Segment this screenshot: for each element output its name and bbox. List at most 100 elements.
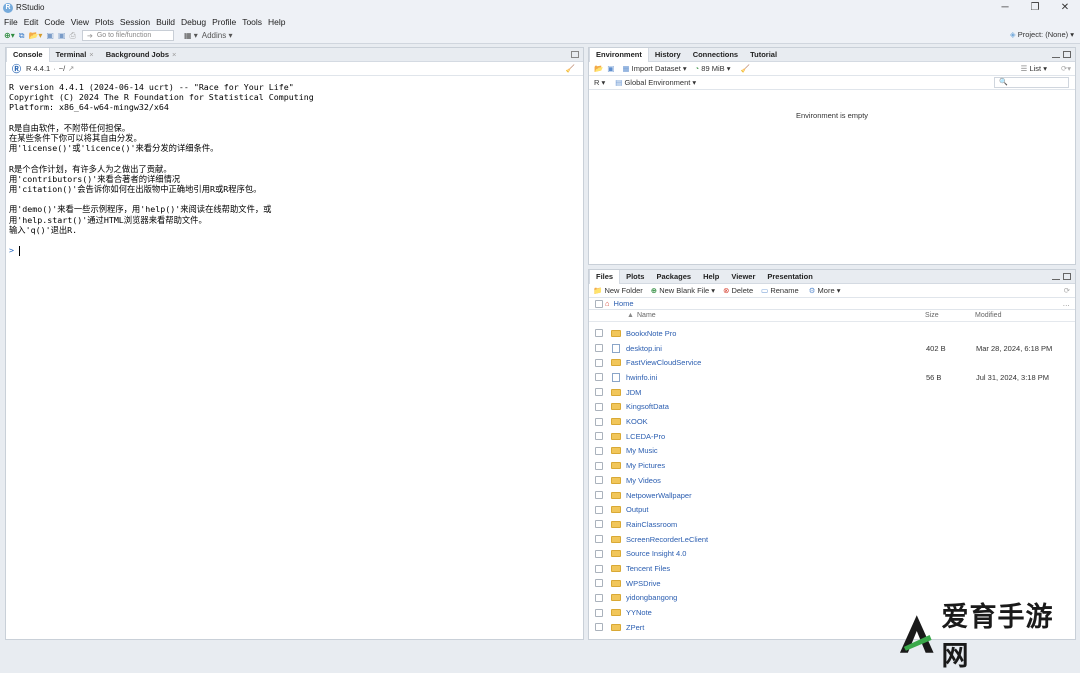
file-row[interactable]: Output bbox=[589, 502, 1075, 517]
file-name[interactable]: LCEDA-Pro bbox=[626, 432, 665, 441]
row-checkbox[interactable] bbox=[595, 549, 603, 558]
menu-profile[interactable]: Profile bbox=[212, 17, 236, 27]
file-row[interactable]: RainClassroom bbox=[589, 517, 1075, 532]
import-dataset-button[interactable]: ▦ Import Dataset ▾ bbox=[622, 64, 686, 73]
menu-build[interactable]: Build bbox=[156, 17, 175, 27]
go-to-dir-icon[interactable]: ↗ bbox=[68, 64, 74, 73]
tab-plots[interactable]: Plots bbox=[620, 270, 650, 284]
rename-button[interactable]: ▭ Rename bbox=[761, 286, 799, 295]
row-checkbox[interactable] bbox=[595, 564, 603, 573]
tab-packages[interactable]: Packages bbox=[650, 270, 697, 284]
console-prompt-line[interactable]: > bbox=[9, 245, 580, 256]
row-checkbox[interactable] bbox=[595, 373, 603, 382]
select-all-checkbox[interactable] bbox=[595, 300, 603, 308]
row-checkbox[interactable] bbox=[595, 535, 603, 544]
column-modified[interactable]: Modified bbox=[975, 312, 1001, 319]
breadcrumb-home[interactable]: Home bbox=[614, 299, 634, 308]
file-name[interactable]: KOOK bbox=[626, 417, 648, 426]
new-folder-button[interactable]: 📁 New Folder bbox=[593, 286, 643, 295]
file-row[interactable]: NetpowerWallpaper bbox=[589, 488, 1075, 503]
save-all-icon[interactable]: ▣ bbox=[58, 30, 66, 42]
print-icon[interactable]: ⎙ bbox=[70, 30, 76, 42]
tab-files[interactable]: Files bbox=[589, 270, 621, 284]
more-button[interactable]: ⚙ More ▾ bbox=[809, 286, 841, 295]
row-checkbox[interactable] bbox=[595, 432, 603, 441]
menu-debug[interactable]: Debug bbox=[181, 17, 206, 27]
goto-file-input[interactable]: ➔ Go to file/function bbox=[81, 30, 174, 41]
addins-button[interactable]: Addins ▾ bbox=[202, 30, 233, 42]
menu-tools[interactable]: Tools bbox=[242, 17, 262, 27]
refresh-files-icon[interactable]: ⟳ bbox=[1064, 286, 1070, 295]
tab-environment[interactable]: Environment bbox=[589, 47, 649, 62]
file-name[interactable]: JDM bbox=[626, 388, 641, 397]
tab-background-jobs[interactable]: Background Jobs × bbox=[100, 48, 183, 62]
save-workspace-icon[interactable]: ▣ bbox=[607, 64, 614, 73]
menu-session[interactable]: Session bbox=[120, 17, 150, 27]
new-file-icon[interactable]: ⊕▾ bbox=[4, 30, 15, 42]
file-name[interactable]: NetpowerWallpaper bbox=[626, 491, 692, 500]
file-name[interactable]: ZPert bbox=[626, 623, 644, 632]
row-checkbox[interactable] bbox=[595, 446, 603, 455]
row-checkbox[interactable] bbox=[595, 358, 603, 367]
load-workspace-icon[interactable]: 📂 bbox=[594, 64, 603, 73]
view-mode-button[interactable]: ☰ List ▾ bbox=[1021, 64, 1047, 73]
file-name[interactable]: Output bbox=[626, 505, 649, 514]
scope-select[interactable]: ▤ Global Environment ▾ bbox=[615, 78, 696, 87]
maximize-pane-icon[interactable] bbox=[1063, 273, 1071, 280]
memory-usage-button[interactable]: ◔ 89 MiB ▾ bbox=[695, 64, 731, 73]
row-checkbox[interactable] bbox=[595, 491, 603, 500]
tab-console[interactable]: Console bbox=[6, 47, 50, 62]
row-checkbox[interactable] bbox=[595, 388, 603, 397]
open-file-icon[interactable]: 📂▾ bbox=[28, 30, 42, 42]
row-checkbox[interactable] bbox=[595, 476, 603, 485]
file-row[interactable]: My Videos bbox=[589, 473, 1075, 488]
row-checkbox[interactable] bbox=[595, 344, 603, 353]
clear-console-icon[interactable]: 🧹 bbox=[566, 64, 575, 73]
row-checkbox[interactable] bbox=[595, 579, 603, 588]
tab-connections[interactable]: Connections bbox=[687, 48, 744, 62]
file-name[interactable]: ScreenRecorderLeClient bbox=[626, 535, 708, 544]
file-name[interactable]: My Music bbox=[626, 446, 658, 455]
file-name[interactable]: FastViewCloudService bbox=[626, 358, 701, 367]
file-row[interactable]: My Music bbox=[589, 444, 1075, 459]
file-row[interactable]: BookxNote Pro bbox=[589, 326, 1075, 341]
file-name[interactable]: desktop.ini bbox=[626, 344, 662, 353]
file-name[interactable]: RainClassroom bbox=[626, 520, 677, 529]
row-checkbox[interactable] bbox=[595, 461, 603, 470]
column-name[interactable]: Name bbox=[637, 312, 656, 319]
tab-viewer[interactable]: Viewer bbox=[725, 270, 761, 284]
file-name[interactable]: hwinfo.ini bbox=[626, 373, 657, 382]
clear-objects-icon[interactable]: 🧹 bbox=[741, 64, 750, 73]
working-directory[interactable]: ~/ bbox=[59, 64, 65, 73]
close-button[interactable]: ✕ bbox=[1050, 0, 1080, 15]
new-project-icon[interactable]: ⧉ bbox=[19, 30, 25, 42]
tab-presentation[interactable]: Presentation bbox=[761, 270, 818, 284]
file-row[interactable]: hwinfo.ini 56 B Jul 31, 2024, 3:18 PM bbox=[589, 370, 1075, 385]
row-checkbox[interactable] bbox=[595, 520, 603, 529]
file-row[interactable]: WPSDrive bbox=[589, 576, 1075, 591]
project-menu[interactable]: ◈ Project: (None) ▾ bbox=[1010, 30, 1074, 39]
tab-history[interactable]: History bbox=[649, 48, 687, 62]
row-checkbox[interactable] bbox=[595, 402, 603, 411]
file-row[interactable]: JDM bbox=[589, 385, 1075, 400]
file-name[interactable]: Source Insight 4.0 bbox=[626, 549, 686, 558]
refresh-icon[interactable]: ⟳▾ bbox=[1061, 64, 1071, 73]
more-options-icon[interactable]: … bbox=[1063, 299, 1071, 308]
file-row[interactable]: desktop.ini 402 B Mar 28, 2024, 6:18 PM bbox=[589, 341, 1075, 356]
tab-tutorial[interactable]: Tutorial bbox=[744, 48, 783, 62]
minimize-pane-icon[interactable] bbox=[1052, 55, 1060, 58]
file-row[interactable]: Source Insight 4.0 bbox=[589, 547, 1075, 562]
column-size[interactable]: Size bbox=[925, 312, 939, 319]
menu-help[interactable]: Help bbox=[268, 17, 285, 27]
menu-code[interactable]: Code bbox=[44, 17, 64, 27]
grid-layout-icon[interactable]: ▦ ▾ bbox=[184, 30, 198, 42]
file-name[interactable]: Tencent Files bbox=[626, 564, 670, 573]
menu-view[interactable]: View bbox=[71, 17, 89, 27]
row-checkbox[interactable] bbox=[595, 593, 603, 602]
new-blank-file-button[interactable]: ⊕ New Blank File ▾ bbox=[651, 286, 715, 295]
row-checkbox[interactable] bbox=[595, 608, 603, 617]
menu-file[interactable]: File bbox=[4, 17, 18, 27]
menu-plots[interactable]: Plots bbox=[95, 17, 114, 27]
file-row[interactable]: My Pictures bbox=[589, 458, 1075, 473]
delete-button[interactable]: ⊗ Delete bbox=[723, 286, 753, 295]
